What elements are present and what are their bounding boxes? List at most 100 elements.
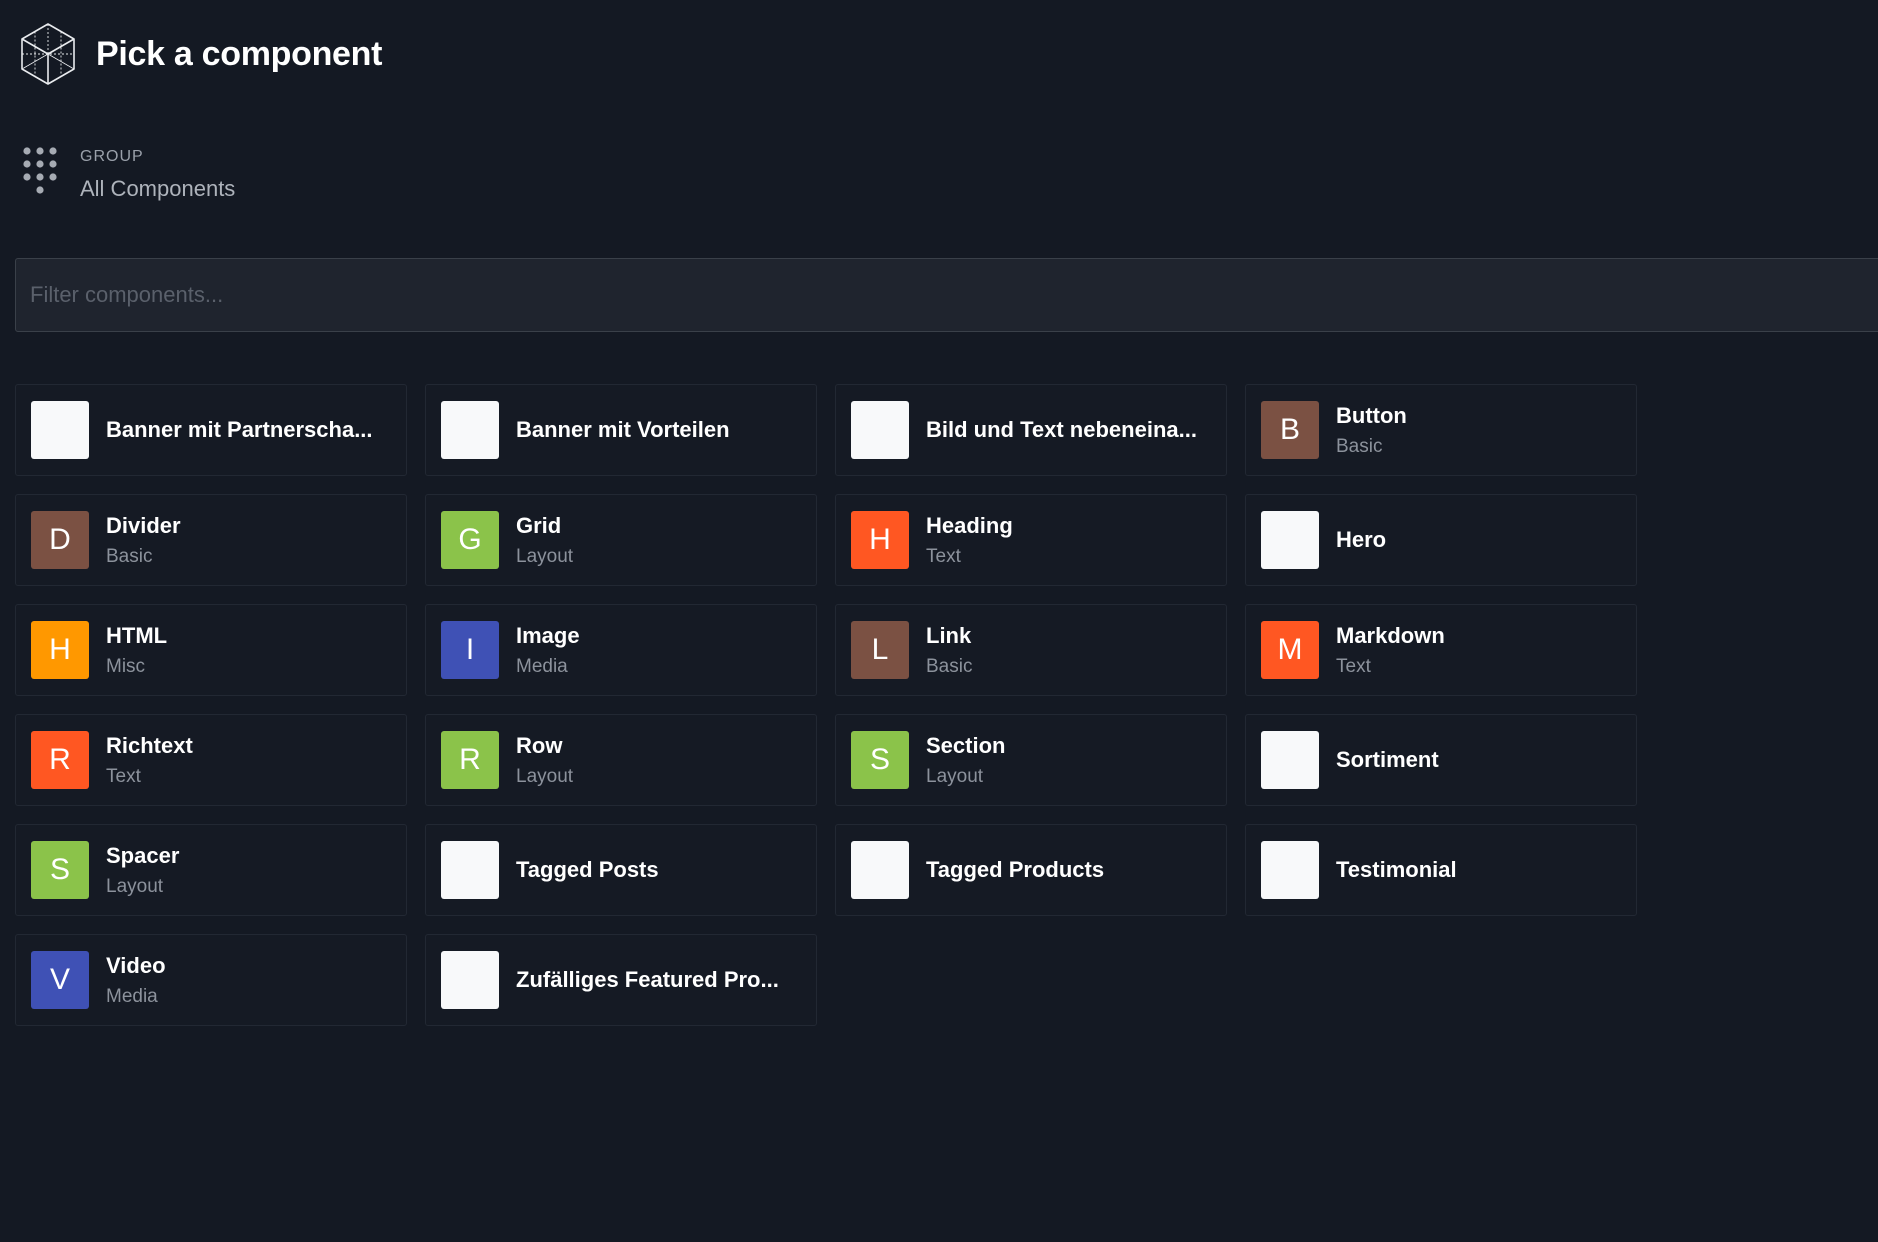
component-badge: L [851, 621, 909, 679]
component-badge [1261, 841, 1319, 899]
component-category: Misc [106, 655, 146, 677]
component-text: Hero [1336, 527, 1636, 553]
component-card-testimonial[interactable]: Testimonial [1245, 824, 1637, 916]
component-card-row[interactable]: R Row Layout [425, 714, 817, 806]
component-category: Layout [516, 765, 574, 787]
component-text: Divider Basic [106, 513, 406, 568]
component-badge [31, 401, 89, 459]
component-card-banner-mit-vorteilen[interactable]: Banner mit Vorteilen [425, 384, 817, 476]
component-category: Basic [106, 545, 153, 567]
component-card-html[interactable]: H HTML Misc [15, 604, 407, 696]
component-name: Bild und Text nebeneina... [926, 417, 1197, 442]
page-header: Pick a component [20, 22, 382, 86]
component-card-section[interactable]: S Section Layout [835, 714, 1227, 806]
component-text: HTML Misc [106, 623, 406, 678]
component-badge: D [31, 511, 89, 569]
component-category: Text [1336, 655, 1371, 677]
component-name: Tagged Products [926, 857, 1105, 882]
component-category: Layout [926, 765, 984, 787]
component-name: Image [516, 622, 580, 648]
component-text: Section Layout [926, 733, 1226, 788]
component-badge: V [31, 951, 89, 1009]
component-badge [851, 401, 909, 459]
component-card-tagged-posts[interactable]: Tagged Posts [425, 824, 817, 916]
cube-icon [21, 23, 75, 85]
component-name: Markdown [1336, 622, 1445, 648]
page-title: Pick a component [96, 34, 383, 73]
component-badge: M [1261, 621, 1319, 679]
component-badge: S [851, 731, 909, 789]
component-card-hero[interactable]: Hero [1245, 494, 1637, 586]
filter-input[interactable] [15, 258, 1878, 332]
component-card-banner-mit-partnerscha[interactable]: Banner mit Partnerscha... [15, 384, 407, 476]
component-card-image[interactable]: I Image Media [425, 604, 817, 696]
component-badge: R [441, 731, 499, 789]
group-label: Group [80, 148, 144, 165]
component-text: Button Basic [1336, 403, 1636, 458]
component-text: Banner mit Vorteilen [516, 417, 816, 443]
component-name: Grid [516, 512, 562, 538]
component-card-grid[interactable]: G Grid Layout [425, 494, 817, 586]
component-name: Banner mit Vorteilen [516, 417, 730, 442]
component-category: Layout [106, 875, 164, 897]
component-text: Tagged Products [926, 857, 1226, 883]
group-value: All Components [80, 176, 236, 201]
component-name: Heading [926, 512, 1013, 538]
component-badge [1261, 731, 1319, 789]
component-badge [1261, 511, 1319, 569]
component-name: Spacer [106, 842, 180, 868]
component-badge [851, 841, 909, 899]
component-card-richtext[interactable]: R Richtext Text [15, 714, 407, 806]
component-card-spacer[interactable]: S Spacer Layout [15, 824, 407, 916]
group-text: Group All Components [80, 148, 235, 202]
component-text: Image Media [516, 623, 816, 678]
component-name: Button [1336, 402, 1407, 428]
component-card-divider[interactable]: D Divider Basic [15, 494, 407, 586]
component-category: Text [106, 765, 141, 787]
component-category: Media [106, 985, 158, 1007]
component-card-zuf-lliges-featured-pro[interactable]: Zufälliges Featured Pro... [425, 934, 817, 1026]
component-card-video[interactable]: V Video Media [15, 934, 407, 1026]
component-text: Grid Layout [516, 513, 816, 568]
component-badge: H [31, 621, 89, 679]
component-text: Row Layout [516, 733, 816, 788]
component-text: Video Media [106, 953, 406, 1008]
component-text: Link Basic [926, 623, 1226, 678]
component-card-bild-und-text-nebeneina[interactable]: Bild und Text nebeneina... [835, 384, 1227, 476]
component-text: Tagged Posts [516, 857, 816, 883]
component-card-markdown[interactable]: M Markdown Text [1245, 604, 1637, 696]
component-category: Basic [926, 655, 973, 677]
dots-grid-icon [23, 147, 57, 194]
component-text: Richtext Text [106, 733, 406, 788]
component-category: Text [926, 545, 961, 567]
component-text: Banner mit Partnerscha... [106, 417, 406, 443]
component-text: Heading Text [926, 513, 1226, 568]
component-name: Tagged Posts [516, 857, 659, 882]
component-card-link[interactable]: L Link Basic [835, 604, 1227, 696]
component-badge [441, 841, 499, 899]
component-badge [441, 401, 499, 459]
component-badge [441, 951, 499, 1009]
component-name: Link [926, 622, 972, 648]
component-badge: B [1261, 401, 1319, 459]
component-card-sortiment[interactable]: Sortiment [1245, 714, 1637, 806]
component-category: Basic [1336, 435, 1383, 457]
component-card-tagged-products[interactable]: Tagged Products [835, 824, 1227, 916]
component-badge: G [441, 511, 499, 569]
component-name: Video [106, 952, 166, 978]
component-text: Zufälliges Featured Pro... [516, 967, 816, 993]
component-card-heading[interactable]: H Heading Text [835, 494, 1227, 586]
component-grid: Banner mit Partnerscha... Banner mit Vor… [15, 384, 1878, 1026]
component-text: Sortiment [1336, 747, 1636, 773]
component-text: Testimonial [1336, 857, 1636, 883]
component-name: Sortiment [1336, 747, 1439, 772]
component-category: Media [516, 655, 568, 677]
component-badge: S [31, 841, 89, 899]
group-selector[interactable]: Group All Components [22, 146, 235, 202]
component-name: Section [926, 732, 1006, 758]
component-card-button[interactable]: B Button Basic [1245, 384, 1637, 476]
component-name: Divider [106, 512, 181, 538]
component-name: Richtext [106, 732, 193, 758]
component-name: Testimonial [1336, 857, 1457, 882]
component-name: Hero [1336, 527, 1387, 552]
